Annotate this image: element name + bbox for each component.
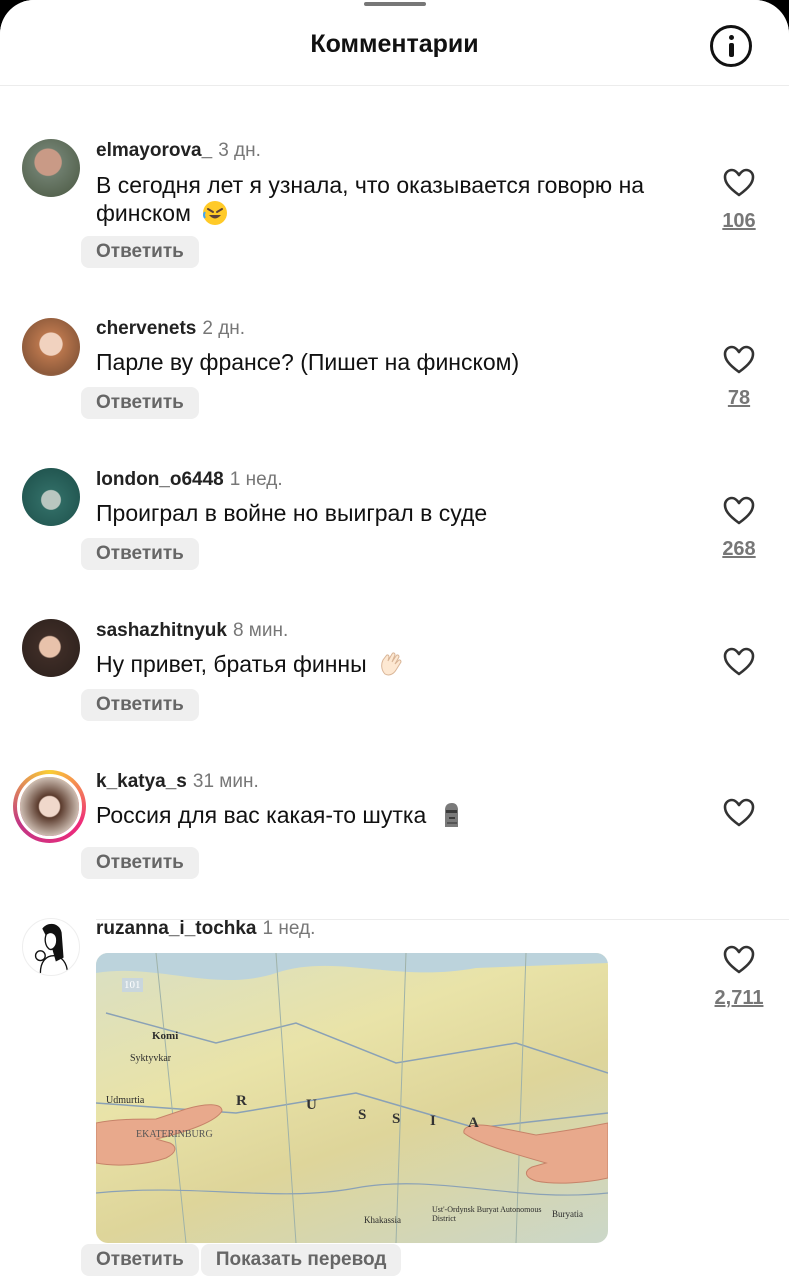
reply-button[interactable]: Ответить [81, 847, 199, 879]
reply-button[interactable]: Ответить [81, 387, 199, 419]
comment-username[interactable]: london_o6448 [96, 469, 224, 490]
heart-icon[interactable] [723, 798, 755, 828]
like-column [699, 647, 779, 677]
comment-text: Проиграл в войне но выиграл в суде [96, 500, 488, 526]
map-label: Khakassia [364, 1215, 401, 1225]
comment-time: 31 мин. [192, 771, 259, 792]
waving-hand-emoji [381, 652, 402, 676]
avatar[interactable] [22, 619, 80, 677]
comment-time: 8 мин. [232, 620, 289, 641]
show-translation-button[interactable]: Показать перевод [200, 1244, 402, 1276]
comments-sheet: Комментарии elmayorova_ 3 дн. В сегодня л… [0, 0, 789, 1280]
map-label: S [392, 1111, 401, 1127]
map-label: A [468, 1115, 479, 1131]
heart-icon[interactable] [723, 168, 755, 198]
rofl-emoji [203, 201, 228, 225]
comment-username[interactable]: sashazhitnyuk [96, 620, 227, 641]
comment-time: 1 нед. [262, 918, 316, 939]
map-label: R [236, 1093, 247, 1109]
like-count[interactable]: 268 [699, 538, 779, 561]
reply-button[interactable]: Ответить [81, 1244, 199, 1276]
avatar[interactable] [22, 918, 80, 976]
like-count[interactable]: 2,711 [699, 987, 779, 1010]
like-count[interactable]: 78 [699, 387, 779, 410]
comment-text: В сегодня лет я узнала, что оказывается … [96, 172, 645, 226]
heart-icon[interactable] [723, 345, 755, 375]
map-image-attachment[interactable]: 101 Komi Syktyvkar Udmurtia EKATERINBURG… [96, 953, 608, 1243]
comment-username[interactable]: ruzanna_i_tochka [96, 918, 257, 939]
info-icon[interactable] [710, 25, 752, 67]
moai-emoji [444, 803, 458, 827]
map-label: Ust'-Ordynsk Buryat Autonomous District [432, 1205, 542, 1223]
reply-button[interactable]: Ответить [81, 236, 199, 268]
comment-time: 2 дн. [202, 318, 246, 339]
comment-time: 1 нед. [229, 469, 283, 490]
reply-button[interactable]: Ответить [81, 689, 199, 721]
comment-text: Ну привет, братья финны [96, 651, 367, 677]
page-title: Комментарии [310, 30, 479, 58]
map-label: Komi [152, 1030, 179, 1042]
like-count[interactable]: 106 [699, 210, 779, 233]
like-column [699, 798, 779, 828]
drag-handle[interactable] [364, 2, 426, 6]
like-column: 2,711 [699, 945, 779, 1010]
map-label: I [430, 1113, 436, 1129]
avatar[interactable] [22, 468, 80, 526]
map-label: S [358, 1107, 367, 1123]
comment-text: Парле ву франсе? (Пишет на финском) [96, 349, 520, 375]
comment-time: 3 дн. [218, 140, 261, 161]
avatar[interactable] [22, 139, 80, 197]
reply-button[interactable]: Ответить [81, 538, 199, 570]
map-label: EKATERINBURG [136, 1129, 213, 1140]
avatar[interactable] [13, 770, 86, 843]
like-column: 78 [699, 345, 779, 410]
heart-icon[interactable] [723, 496, 755, 526]
map-label: U [306, 1097, 317, 1113]
heart-icon[interactable] [723, 647, 755, 677]
like-column: 268 [699, 496, 779, 561]
map-label: Buryatia [552, 1209, 583, 1219]
heart-icon[interactable] [723, 945, 755, 975]
comment-username[interactable]: k_katya_s [96, 771, 187, 792]
sheet-header: Комментарии [0, 0, 789, 86]
map-drawing [96, 953, 608, 1243]
like-column: 106 [699, 168, 779, 233]
comment-username[interactable]: elmayorova_ [96, 140, 212, 161]
map-label: 101 [122, 978, 143, 992]
comment-username[interactable]: chervenets [96, 318, 196, 339]
map-label: Udmurtia [106, 1095, 145, 1106]
avatar[interactable] [22, 318, 80, 376]
comment-text: Россия для вас какая-то шутка [96, 802, 427, 828]
map-label: Syktyvkar [130, 1053, 172, 1064]
